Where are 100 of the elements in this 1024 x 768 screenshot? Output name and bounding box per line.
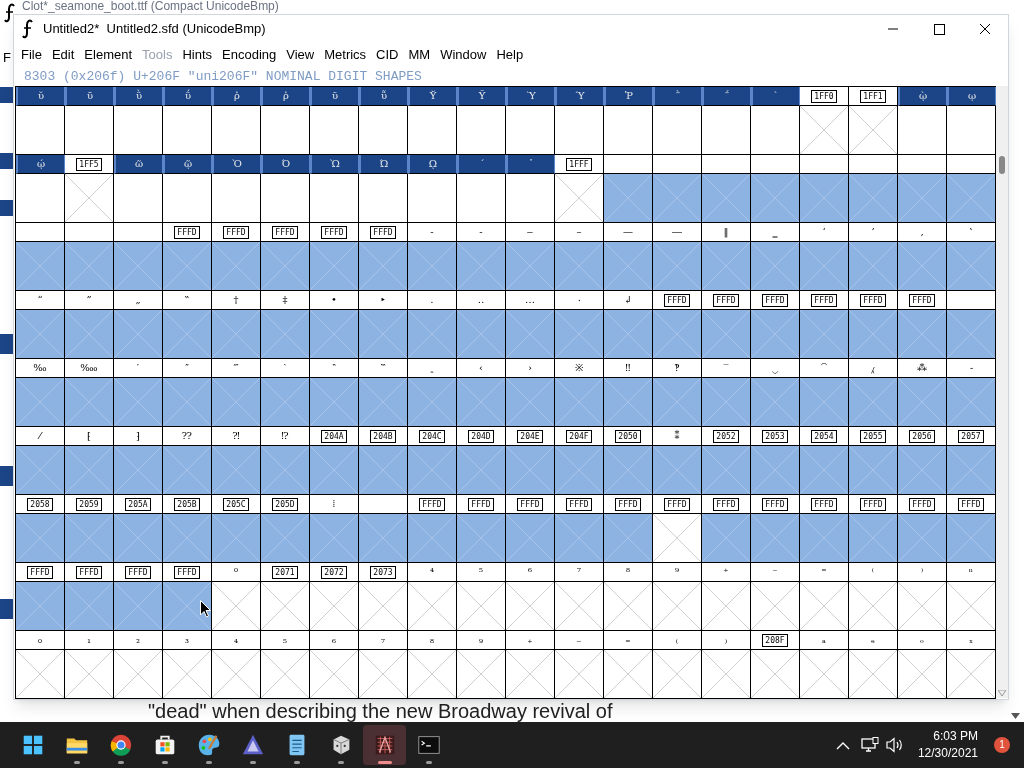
label-cell[interactable]: FFFD [310,223,359,242]
glyph-cell[interactable] [310,242,359,291]
glyph-cell[interactable] [947,446,996,495]
glyph-cell[interactable] [604,310,653,359]
label-cell[interactable]: ₆ [310,631,359,650]
glyph-cell[interactable] [16,174,65,223]
label-cell[interactable]: ⁑ [653,427,702,446]
label-cell[interactable]: ⁉ [261,427,310,446]
glyph-cell[interactable] [800,174,849,223]
label-cell[interactable]: ‣ [359,291,408,310]
glyph-cell[interactable] [506,310,555,359]
glyph-cell[interactable] [898,514,947,563]
label-cell[interactable]: FFFD [653,495,702,514]
label-cell[interactable]: 2050 [604,427,653,446]
label-cell[interactable]: FFFD [408,495,457,514]
glyph-cell[interactable] [604,242,653,291]
glyph-cell[interactable] [800,514,849,563]
glyph-cell[interactable] [702,242,751,291]
glyph-cell[interactable] [408,174,457,223]
label-cell[interactable]: Ύ [555,87,604,106]
glyph-cell[interactable] [751,446,800,495]
label-cell[interactable]: 1FF0 [800,87,849,106]
label-cell[interactable]: ⁈ [212,427,261,446]
label-cell[interactable]: ‴ [212,359,261,378]
glyph-cell[interactable] [359,106,408,155]
label-cell[interactable]: ⁀ [800,359,849,378]
label-cell[interactable]: ₇ [359,631,408,650]
glyph-cell[interactable] [114,106,163,155]
label-cell[interactable]: ῢ [114,87,163,106]
glyph-cell[interactable] [555,446,604,495]
glyph-cell[interactable] [947,174,996,223]
label-cell[interactable]: ⁆ [114,427,163,446]
label-cell[interactable]: ₎ [702,631,751,650]
glyph-cell[interactable] [604,650,653,699]
glyph-cell[interactable] [702,650,751,699]
glyph-cell[interactable] [506,446,555,495]
glyph-cell[interactable] [947,650,996,699]
label-cell[interactable]: FFFD [849,291,898,310]
glyph-cell[interactable] [261,514,310,563]
label-cell[interactable]: ․ [408,291,457,310]
menu-item[interactable]: Encoding [222,44,277,65]
label-cell[interactable]: ⁶ [506,563,555,582]
menu-item[interactable]: Hints [182,44,213,65]
glyph-cell[interactable] [408,242,457,291]
label-cell[interactable]: ⁰ [212,563,261,582]
glyph-cell[interactable] [163,446,212,495]
label-cell[interactable] [898,155,947,174]
label-cell[interactable]: 2073 [359,563,408,582]
glyph-cell[interactable] [261,242,310,291]
label-cell[interactable]: 2057 [947,427,996,446]
notification-badge[interactable]: 1 [994,737,1010,753]
glyph-cell[interactable] [212,650,261,699]
glyph-cell[interactable] [359,242,408,291]
label-cell[interactable]: ₒ [898,631,947,650]
glyph-cell[interactable] [702,378,751,427]
label-cell[interactable]: FFFD [898,291,947,310]
glyph-cell[interactable] [212,242,261,291]
glyph-cell[interactable] [702,310,751,359]
label-cell[interactable]: 204D [457,427,506,446]
glyph-cell[interactable] [310,310,359,359]
glyph-cell[interactable] [751,378,800,427]
glyph-cell[interactable] [310,446,359,495]
label-cell[interactable]: ₃ [163,631,212,650]
glyph-cell[interactable] [702,174,751,223]
glyph-cell[interactable] [751,514,800,563]
glyph-cell[interactable] [506,174,555,223]
glyph-cell[interactable] [65,650,114,699]
label-cell[interactable]: — [604,223,653,242]
label-cell[interactable]: FFFD [506,495,555,514]
glyph-cell[interactable] [65,106,114,155]
label-cell[interactable] [114,223,163,242]
label-cell[interactable]: FFFD [163,223,212,242]
glyph-cell[interactable] [16,514,65,563]
glyph-cell[interactable] [555,310,604,359]
glyph-cell[interactable] [408,446,457,495]
glyph-cell[interactable] [555,174,604,223]
glyph-cell[interactable] [506,378,555,427]
label-cell[interactable]: ⁃ [947,359,996,378]
glyph-cell[interactable] [898,650,947,699]
label-cell[interactable]: ῠ [16,87,65,106]
label-cell[interactable]: ₌ [604,631,653,650]
clock-time[interactable]: 6:03 PM [933,728,978,745]
label-cell[interactable]: FFFD [555,495,604,514]
label-cell[interactable]: ‹ [457,359,506,378]
glyph-cell[interactable] [604,446,653,495]
glyph-cell[interactable] [604,174,653,223]
label-cell[interactable]: ‥ [457,291,506,310]
label-cell[interactable]: ‟ [163,291,212,310]
label-cell[interactable]: ‒ [506,223,555,242]
label-cell[interactable]: ⁺ [702,563,751,582]
label-cell[interactable]: ‽ [653,359,702,378]
glyph-cell[interactable] [702,514,751,563]
label-cell[interactable]: ⁵ [457,563,506,582]
label-cell[interactable]: ‱ [65,359,114,378]
glyph-cell[interactable] [849,106,898,155]
label-cell[interactable]: 2071 [261,563,310,582]
glyph-cell[interactable] [261,582,310,631]
glyph-cell[interactable] [849,650,898,699]
glyph-cell[interactable] [506,582,555,631]
label-cell[interactable]: ⁇ [163,427,212,446]
